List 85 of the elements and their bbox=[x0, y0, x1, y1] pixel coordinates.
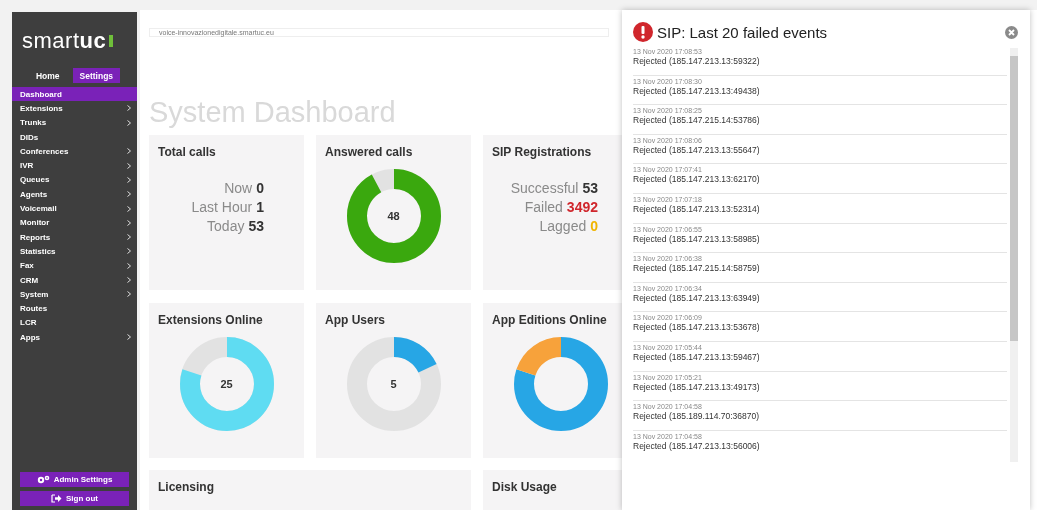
sign-out-button[interactable]: Sign out bbox=[20, 491, 129, 506]
menu-item[interactable]: CRM bbox=[12, 272, 137, 288]
nav-tab[interactable]: Home bbox=[28, 68, 67, 83]
card-title: Extensions Online bbox=[158, 312, 263, 327]
menu-item[interactable]: Dashboard bbox=[12, 87, 137, 102]
menu-item[interactable]: Fax bbox=[12, 258, 137, 273]
event-text: Rejected (185.147.213.13:49173) bbox=[633, 381, 760, 393]
card-title: Answered calls bbox=[325, 144, 413, 159]
stat-label: Today bbox=[207, 218, 245, 234]
event-text: Rejected (185.147.213.13:63949) bbox=[633, 292, 760, 304]
donut-value: 5 bbox=[390, 378, 397, 390]
stat-label: Last Hour bbox=[191, 199, 253, 215]
menu-label: Routes bbox=[20, 304, 48, 314]
stat-value: 0 bbox=[590, 218, 598, 234]
menu-item[interactable]: Extensions bbox=[12, 101, 137, 116]
nav-tab[interactable]: Settings bbox=[72, 68, 121, 83]
menu-label: DIDs bbox=[20, 132, 39, 142]
donut-value: 25 bbox=[220, 378, 233, 390]
stat-value: 3492 bbox=[566, 199, 598, 215]
menu-label: Conferences bbox=[20, 146, 69, 156]
gears-icon bbox=[36, 475, 50, 484]
menu-label: Reports bbox=[20, 232, 51, 242]
menu-label: Queues bbox=[20, 175, 50, 185]
menu-item[interactable]: Queues bbox=[12, 172, 137, 188]
event-text: Rejected (185.147.213.13:58985) bbox=[633, 233, 760, 245]
event-text: Rejected (185.147.215.14:58759) bbox=[633, 263, 760, 275]
menu-item[interactable]: Voicemail bbox=[12, 201, 137, 216]
stat-label: Lagged bbox=[539, 218, 587, 234]
menu-label: System bbox=[20, 289, 49, 299]
card-title: Total calls bbox=[158, 144, 216, 159]
event-text: Rejected (185.147.213.13:55647) bbox=[633, 144, 760, 156]
admin-settings-button[interactable]: Admin Settings bbox=[20, 472, 129, 487]
menu-item[interactable]: Monitor bbox=[12, 215, 137, 230]
stat-value: 53 bbox=[582, 180, 598, 196]
event-text: Rejected (185.147.213.13:56006) bbox=[633, 440, 760, 452]
menu-item[interactable]: DIDs bbox=[12, 129, 137, 145]
menu-label: Fax bbox=[20, 261, 34, 271]
scrollbar[interactable] bbox=[1010, 48, 1018, 462]
event-text: Rejected (185.147.213.13:59322) bbox=[633, 56, 760, 67]
event-text: Rejected (185.147.213.13:52314) bbox=[633, 203, 760, 215]
logo: smartuc bbox=[22, 28, 114, 54]
menu-label: Statistics bbox=[20, 246, 56, 256]
donut-value: 48 bbox=[387, 210, 400, 222]
card-title: Disk Usage bbox=[492, 479, 557, 494]
menu-item[interactable]: System bbox=[12, 287, 137, 302]
menu-item[interactable]: Routes bbox=[12, 301, 137, 316]
close-icon[interactable] bbox=[1005, 25, 1018, 39]
event-text: Rejected (185.147.215.14:53786) bbox=[633, 115, 760, 127]
card-title: SIP Registrations bbox=[492, 144, 592, 159]
menu-item[interactable]: LCR bbox=[12, 315, 137, 331]
menu-item[interactable]: Agents bbox=[12, 187, 137, 202]
menu-label: CRM bbox=[20, 275, 39, 285]
menu-item[interactable]: Conferences bbox=[12, 144, 137, 159]
event-text: Rejected (185.147.213.13:59467) bbox=[633, 351, 760, 363]
menu-item[interactable]: Apps bbox=[12, 330, 137, 345]
stat-value: 0 bbox=[256, 180, 264, 196]
card-title: App Users bbox=[325, 312, 386, 327]
card-title: Licensing bbox=[158, 479, 214, 494]
menu-label: Voicemail bbox=[20, 204, 57, 213]
event-text: Rejected (185.147.213.13:49438) bbox=[633, 85, 760, 97]
menu-item[interactable]: Reports bbox=[12, 229, 137, 245]
stat-value: 1 bbox=[256, 199, 264, 215]
menu-label: Agents bbox=[20, 189, 48, 199]
scroll-thumb[interactable] bbox=[1010, 56, 1018, 341]
error-icon bbox=[633, 22, 653, 42]
card-title: App Editions Online bbox=[492, 312, 607, 327]
menu-label: Dashboard bbox=[20, 89, 62, 99]
stat-value: 53 bbox=[248, 218, 264, 234]
menu-label: Extensions bbox=[20, 103, 63, 113]
sign-out-icon bbox=[51, 494, 62, 503]
event-text: Rejected (185.147.213.13:62170) bbox=[633, 174, 760, 186]
menu-item[interactable]: Trunks bbox=[12, 115, 137, 130]
menu-label: IVR bbox=[20, 161, 34, 171]
menu-label: Apps bbox=[20, 332, 40, 342]
menu-label: Monitor bbox=[20, 218, 50, 228]
event-text: Rejected (185.189.114.70:36870) bbox=[633, 411, 760, 423]
menu-item[interactable]: Statistics bbox=[12, 244, 137, 259]
stat-label: Successful bbox=[510, 180, 579, 196]
stat-label: Now bbox=[224, 180, 253, 196]
dialog-title: SIP: Last 20 failed events bbox=[657, 23, 828, 41]
menu-label: Trunks bbox=[20, 118, 47, 128]
menu-label: LCR bbox=[20, 318, 37, 328]
event-text: Rejected (185.147.213.13:53678) bbox=[633, 322, 760, 334]
stat-label: Failed bbox=[524, 199, 563, 215]
menu-item[interactable]: IVR bbox=[12, 158, 137, 173]
